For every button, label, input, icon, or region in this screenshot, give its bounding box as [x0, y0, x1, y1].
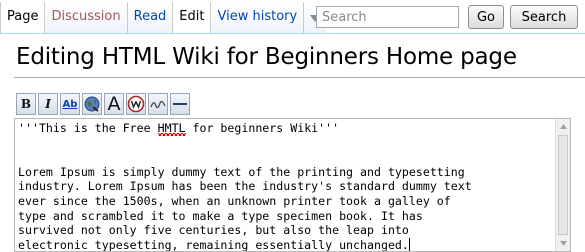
internal-link-icon: Ab — [62, 98, 78, 110]
scroll-down-arrow[interactable] — [558, 238, 569, 249]
bold-icon: B — [20, 97, 32, 111]
tab-page[interactable]: Page — [0, 2, 46, 34]
tab-discussion[interactable]: Discussion — [45, 2, 128, 34]
italic-button[interactable]: I — [38, 93, 58, 115]
editor-bold-line-suffix: for beginners Wiki''' — [185, 121, 340, 135]
headline-icon: A — [107, 93, 121, 115]
signature-icon — [127, 95, 145, 113]
search-input[interactable] — [316, 6, 459, 28]
tab-view-history[interactable]: View history — [211, 2, 305, 34]
text-cursor — [408, 237, 410, 251]
page-title: Editing HTML Wiki for Beginners Home pag… — [16, 44, 517, 70]
horizontal-line-button[interactable] — [170, 93, 190, 115]
tab-bar-divider — [0, 33, 585, 34]
headline-button[interactable]: A — [104, 93, 124, 115]
scroll-up-arrow[interactable] — [558, 121, 569, 132]
edit-toolbar: B I Ab A — [16, 93, 190, 117]
signature-timestamp-button[interactable] — [148, 93, 168, 115]
page-tabs: Page Discussion Read Edit View history — [0, 2, 327, 34]
horizontal-line-icon — [173, 103, 187, 105]
editor-bold-line-prefix: '''This is the Free — [18, 121, 158, 135]
globe-link-icon — [84, 96, 100, 112]
wikitext-editor[interactable]: '''This is the Free HMTL for beginners W… — [14, 118, 571, 252]
signature-timestamp-icon — [150, 100, 166, 109]
signature-button[interactable] — [126, 93, 146, 115]
tab-read[interactable]: Read — [127, 2, 174, 34]
scroll-thumb[interactable] — [558, 135, 568, 235]
top-navigation-bar: Page Discussion Read Edit View history G… — [0, 0, 585, 34]
external-link-button[interactable] — [82, 93, 102, 115]
arrow-up-icon — [560, 124, 567, 129]
go-button[interactable]: Go — [468, 5, 504, 29]
italic-icon: I — [45, 97, 51, 111]
internal-link-button[interactable]: Ab — [60, 93, 80, 115]
editor-paragraph: Lorem Ipsum is simply dummy text of the … — [18, 164, 472, 252]
bold-button[interactable]: B — [16, 93, 36, 115]
title-divider — [14, 77, 585, 78]
arrow-down-icon — [560, 241, 567, 246]
editor-content[interactable]: '''This is the Free HMTL for beginners W… — [18, 121, 548, 252]
tab-edit[interactable]: Edit — [173, 2, 212, 34]
misspelled-word: HMTL — [157, 121, 186, 135]
editor-scrollbar[interactable] — [555, 119, 570, 251]
search-button[interactable]: Search — [510, 5, 578, 29]
